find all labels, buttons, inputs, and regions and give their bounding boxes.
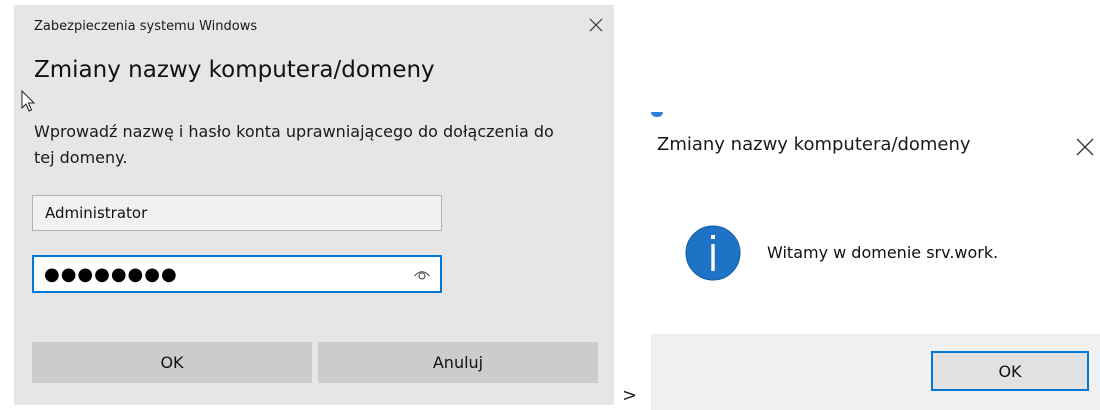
separator-arrow: > bbox=[622, 385, 638, 406]
screenshot-stage: Zabezpieczenia systemu Windows Zmiany na… bbox=[0, 0, 1100, 410]
close-button[interactable] bbox=[584, 13, 608, 37]
info-icon bbox=[685, 225, 741, 281]
dialog-description: Wprowadź nazwę i hasło konta uprawniając… bbox=[34, 122, 554, 167]
close-icon bbox=[1076, 138, 1094, 156]
dialog-caption: Zabezpieczenia systemu Windows bbox=[34, 19, 258, 34]
ok-button[interactable]: OK bbox=[32, 342, 312, 383]
dialog-footer: OK bbox=[651, 334, 1100, 410]
message-dialog-title: Zmiany nazwy komputera/domeny bbox=[657, 134, 971, 155]
password-field-wrapper bbox=[32, 255, 442, 293]
username-field[interactable] bbox=[32, 195, 442, 231]
cancel-button[interactable]: Anuluj bbox=[318, 342, 598, 383]
window-accent bbox=[651, 112, 663, 117]
welcome-message-dialog: Zmiany nazwy komputera/domeny Witamy w d… bbox=[651, 112, 1100, 410]
mouse-pointer-icon bbox=[21, 90, 36, 112]
eye-icon bbox=[414, 271, 430, 280]
windows-security-dialog: Zabezpieczenia systemu Windows Zmiany na… bbox=[14, 5, 614, 405]
reveal-password-button[interactable] bbox=[410, 263, 434, 285]
welcome-message: Witamy w domenie srv.work. bbox=[767, 243, 999, 262]
password-field[interactable] bbox=[34, 257, 414, 291]
dialog-title: Zmiany nazwy komputera/domeny bbox=[34, 57, 435, 83]
close-icon bbox=[589, 18, 603, 32]
message-close-button[interactable] bbox=[1070, 132, 1100, 162]
message-ok-button[interactable]: OK bbox=[931, 351, 1089, 391]
